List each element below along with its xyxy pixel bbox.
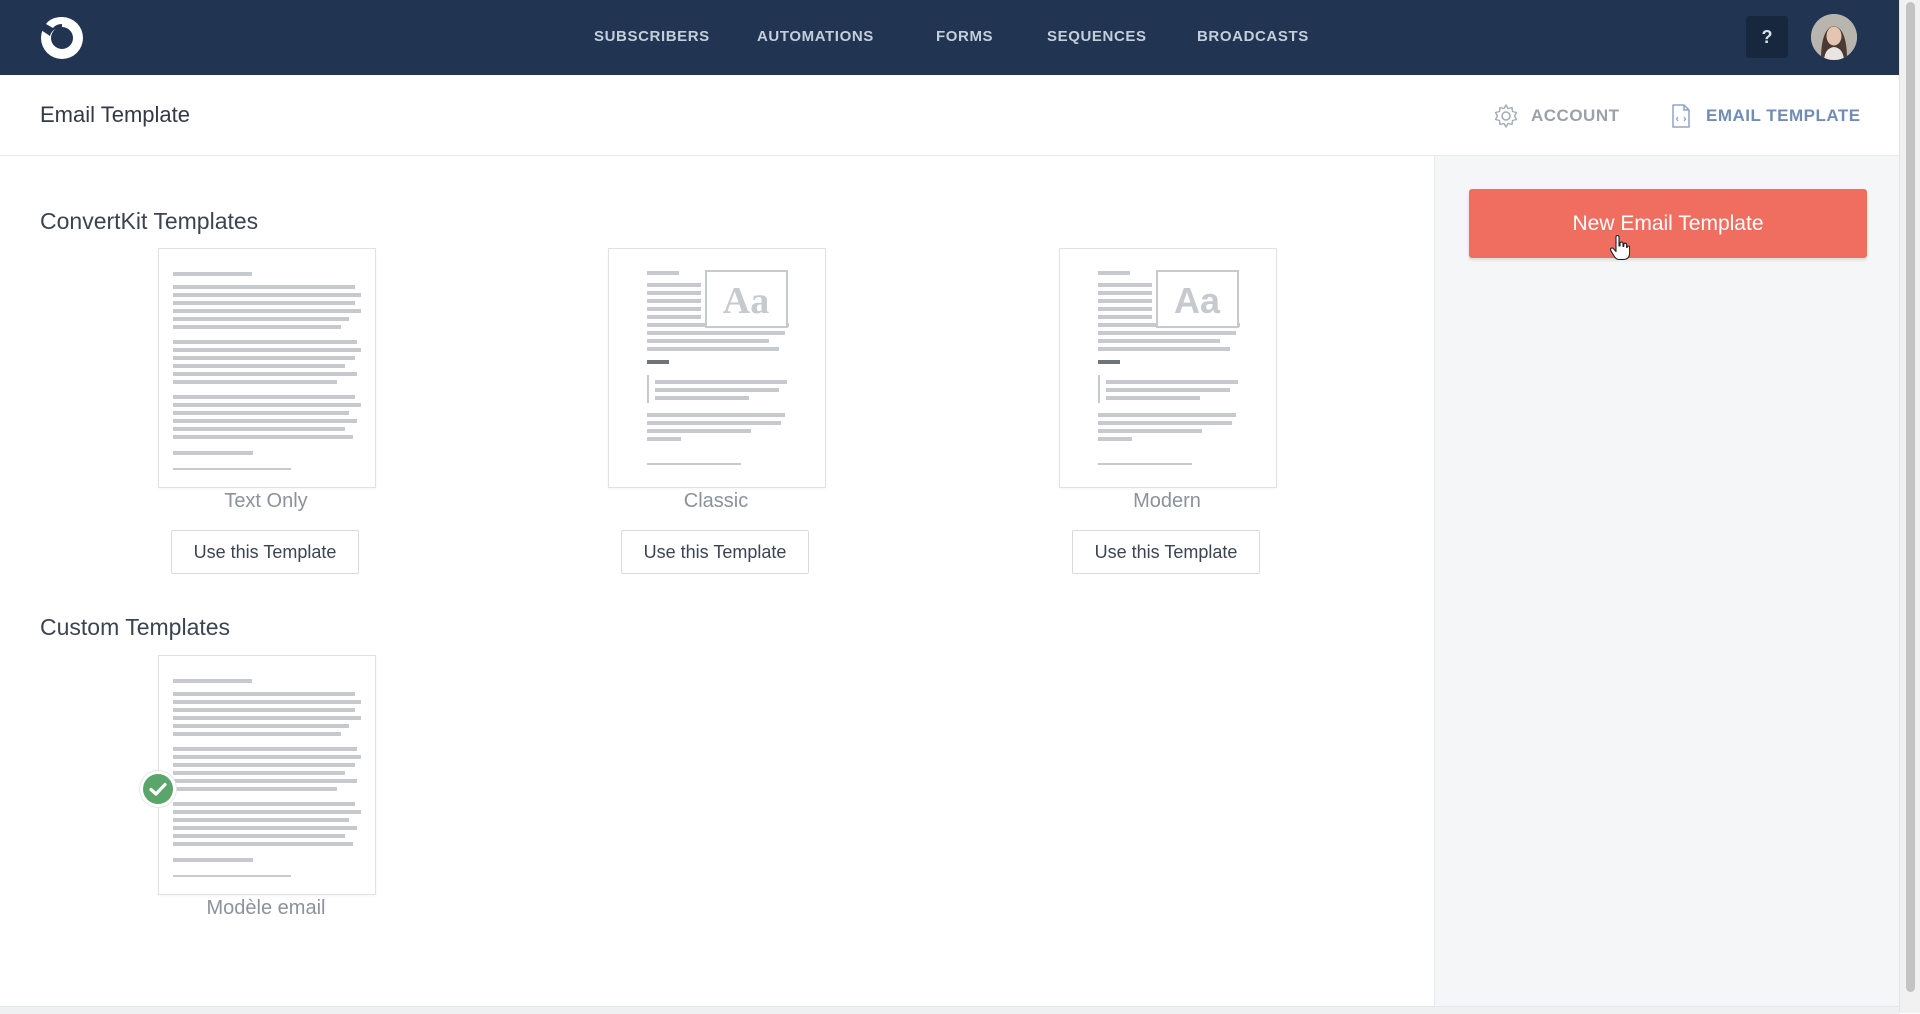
nav-item-subscribers[interactable]: SUBSCRIBERS: [594, 28, 710, 45]
convertkit-templates-heading: ConvertKit Templates: [40, 208, 259, 234]
template-preview-classic[interactable]: Aa: [608, 248, 826, 488]
help-button[interactable]: ?: [1746, 16, 1788, 58]
classic-preview-image: Aa: [647, 270, 789, 465]
top-navigation-bar: SUBSCRIBERS AUTOMATIONS FORMS SEQUENCES …: [0, 0, 1899, 75]
main-nav: SUBSCRIBERS AUTOMATIONS FORMS SEQUENCES …: [0, 0, 1899, 75]
custom-template-name: Modèle email: [206, 897, 326, 919]
modern-preview-aa-text: Aa: [1174, 280, 1221, 321]
template-preview-text-only[interactable]: [158, 248, 376, 488]
custom-templates-heading: Custom Templates: [40, 614, 231, 640]
nav-item-forms[interactable]: FORMS: [936, 28, 993, 45]
modern-preview-image: Aa: [1098, 270, 1240, 465]
use-template-button-classic[interactable]: Use this Template: [621, 530, 809, 574]
account-label: ACCOUNT: [1531, 106, 1620, 125]
user-avatar[interactable]: [1811, 14, 1857, 60]
document-code-icon: [1672, 104, 1690, 128]
gear-icon: [1494, 104, 1518, 128]
custom-template-preview-modele-email[interactable]: [158, 655, 376, 895]
email-template-label: EMAIL TEMPLATE: [1706, 106, 1861, 125]
text-only-preview-image: [173, 272, 361, 470]
new-email-template-button[interactable]: New Email Template: [1469, 189, 1867, 258]
nav-item-sequences[interactable]: SEQUENCES: [1047, 28, 1147, 45]
selected-check-icon: [140, 771, 176, 807]
sub-header: Email Template ACCOUNT EMAIL TEMPLATE: [0, 75, 1899, 156]
classic-preview-aa-text: Aa: [723, 280, 769, 322]
use-template-button-modern[interactable]: Use this Template: [1072, 530, 1260, 574]
vertical-scrollbar[interactable]: [1899, 0, 1920, 1013]
scrollbar-thumb[interactable]: [1906, 2, 1915, 992]
template-name-text-only: Text Only: [224, 490, 308, 512]
custom-template-preview-image: [173, 679, 361, 877]
avatar-image: [1811, 14, 1857, 60]
nav-item-automations[interactable]: AUTOMATIONS: [757, 28, 874, 45]
email-template-link[interactable]: EMAIL TEMPLATE: [1668, 103, 1861, 129]
main-content: ConvertKit Templates Text Only Use this …: [0, 156, 1434, 1006]
hand-pointer-cursor-icon: [1610, 235, 1630, 261]
template-name-classic: Classic: [683, 490, 749, 512]
template-preview-modern[interactable]: Aa: [1059, 248, 1277, 488]
template-name-modern: Modern: [1133, 490, 1201, 512]
use-template-button-text-only[interactable]: Use this Template: [171, 530, 359, 574]
nav-item-broadcasts[interactable]: BROADCASTS: [1197, 28, 1309, 45]
right-sidebar: New Email Template: [1434, 156, 1900, 1006]
page-title: Email Template: [40, 102, 190, 127]
account-link[interactable]: ACCOUNT: [1493, 103, 1620, 129]
